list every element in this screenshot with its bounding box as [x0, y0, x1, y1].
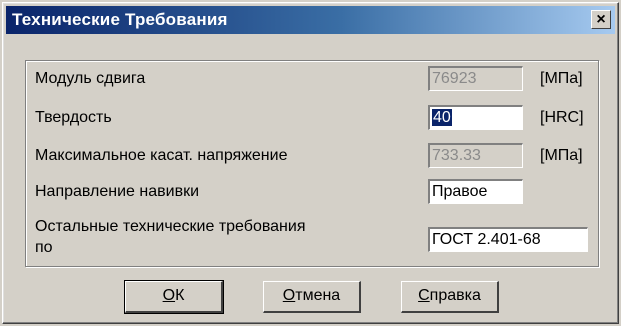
max-shear-stress-label: Максимальное касат. напряжение: [35, 147, 288, 164]
hardness-input[interactable]: 40: [428, 105, 523, 130]
window-title: Технические Требования: [12, 10, 228, 29]
cancel-accel: О: [282, 287, 296, 304]
other-requirements-label-line2: по: [35, 239, 53, 256]
max-shear-stress-field: 733.33: [428, 143, 523, 168]
help-label-rest: правка: [429, 287, 481, 304]
help-button[interactable]: Справка: [401, 281, 499, 313]
shear-modulus-unit: [МПа]: [540, 70, 583, 87]
hardness-label: Твердость: [35, 109, 112, 126]
cancel-button[interactable]: Отмена: [263, 281, 361, 313]
ok-label-rest: К: [175, 287, 185, 304]
close-icon: ×: [596, 11, 606, 28]
cancel-label-rest: тмена: [295, 287, 341, 304]
other-requirements-input[interactable]: ГОСТ 2.401-68: [428, 227, 588, 252]
hardness-value: 40: [432, 109, 452, 126]
close-button[interactable]: ×: [591, 10, 611, 29]
shear-modulus-field: 76923: [428, 66, 523, 91]
ok-accel: О: [162, 287, 176, 304]
ok-button[interactable]: ОК: [124, 280, 224, 314]
other-requirements-label-line1: Остальные технические требования: [35, 218, 306, 235]
hardness-unit: [HRC]: [540, 109, 584, 126]
dialog-window: Технические Требования × Модуль сдвига 7…: [2, 2, 619, 324]
winding-direction-input[interactable]: Правое: [428, 179, 523, 204]
title-bar[interactable]: Технические Требования ×: [6, 6, 615, 34]
help-accel: С: [418, 287, 430, 304]
winding-direction-label: Направление навивки: [35, 183, 200, 200]
max-shear-stress-unit: [МПа]: [540, 147, 583, 164]
shear-modulus-label: Модуль сдвига: [35, 70, 146, 87]
